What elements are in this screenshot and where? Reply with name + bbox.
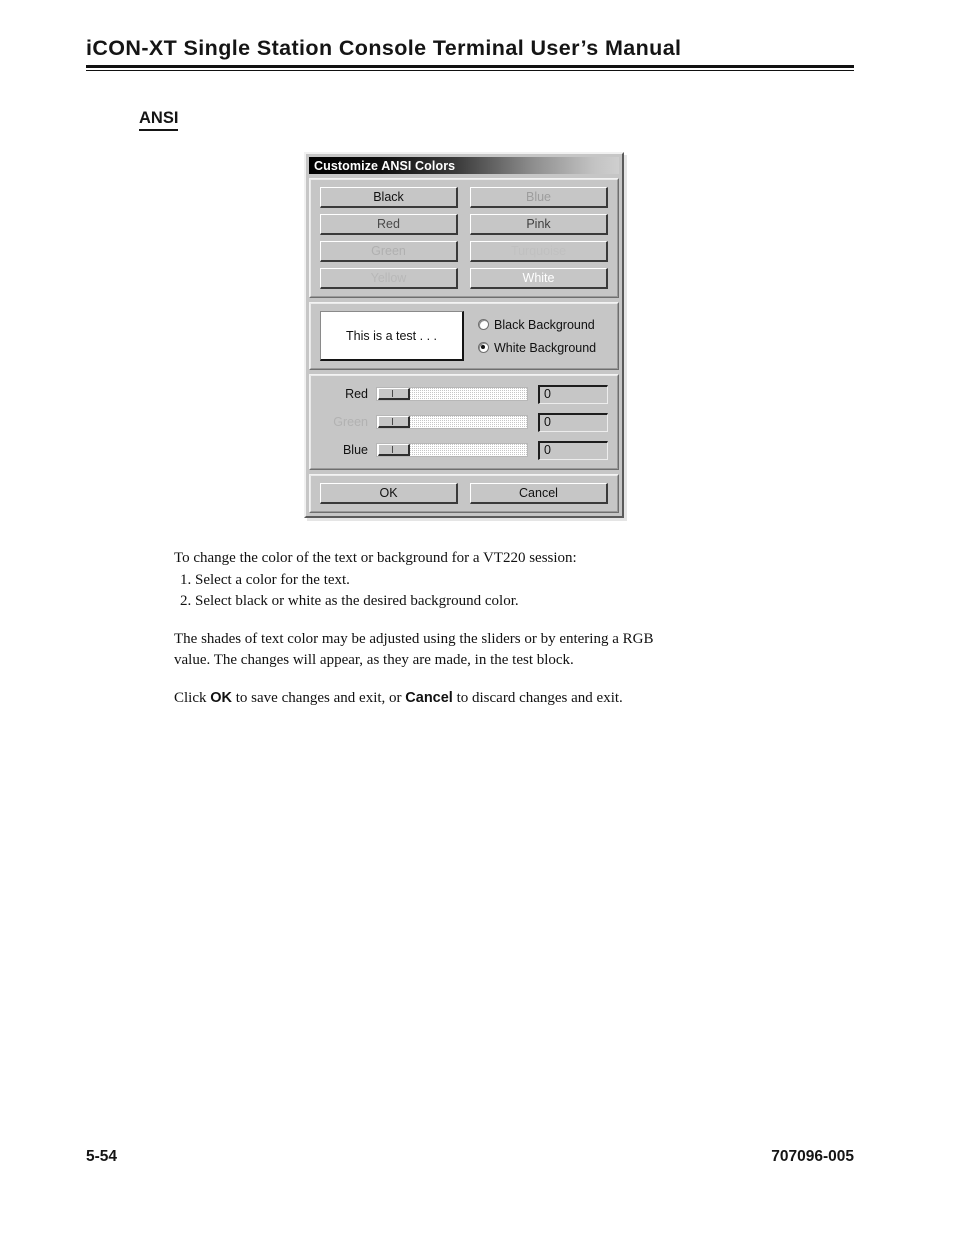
slider-track-red[interactable] (376, 387, 528, 401)
instruction-step-1: 1. Select a color for the text. (180, 571, 350, 588)
ok-button[interactable]: OK (320, 483, 458, 504)
slider-row-green: Green 0 (320, 411, 608, 433)
rgb-value-blue[interactable]: 0 (538, 440, 608, 460)
cancel-button[interactable]: Cancel (470, 483, 608, 504)
color-button-yellow[interactable]: Yellow (320, 268, 458, 289)
paragraph-spacer-2 (174, 672, 768, 688)
radio-button-selected-icon[interactable] (478, 342, 489, 353)
color-button-red[interactable]: Red (320, 214, 458, 235)
slider-row-red: Red 0 (320, 383, 608, 405)
click-paragraph: Click OK to save changes and exit, or Ca… (174, 688, 768, 710)
color-button-white[interactable]: White (470, 268, 608, 289)
slider-thumb-green[interactable] (378, 416, 410, 428)
color-button-black[interactable]: Black (320, 187, 458, 208)
dialog-titlebar[interactable]: Customize ANSI Colors (309, 157, 619, 174)
page-title: ANSI (139, 109, 179, 132)
footer-page-number: 5-54 (86, 1148, 118, 1165)
radio-white-background[interactable]: White Background (478, 341, 596, 355)
color-button-turquoise[interactable]: Turquoise (470, 241, 608, 262)
click-post-text: to discard changes and exit. (452, 689, 623, 706)
test-preview-text: This is a test . . . (346, 328, 437, 343)
manual-title: iCON-XT Single Station Console Terminal … (86, 36, 682, 60)
instructions-intro: To change the color of the text or backg… (174, 550, 577, 566)
slider-track-green[interactable] (376, 415, 528, 429)
click-cancel-emphasis: Cancel (405, 689, 453, 706)
footer-document-number: 707096-005 (771, 1148, 854, 1165)
slider-thumb-red[interactable] (378, 388, 410, 400)
radio-black-background-label: Black Background (494, 317, 595, 332)
page-header: iCON-XT Single Station Console Terminal … (86, 36, 854, 72)
rgb-slider-group-inner: Red 0 Green 0 Blue 0 (310, 375, 618, 469)
radio-button-icon[interactable] (478, 319, 489, 330)
customize-ansi-colors-dialog: Customize ANSI Colors Black Blue Red Pin… (304, 152, 624, 518)
action-group: OK Cancel (309, 474, 619, 513)
click-mid-text: to save changes and exit, or (232, 689, 406, 706)
rgb-value-red[interactable]: 0 (538, 384, 608, 404)
color-selection-group: Black Blue Red Pink Green Turquoise Yell… (309, 178, 619, 298)
preview-row: This is a test . . . Black Background Wh… (320, 311, 608, 361)
slider-thumb-blue[interactable] (378, 444, 410, 456)
color-button-grid: Black Blue Red Pink Green Turquoise Yell… (320, 187, 608, 289)
preview-group: This is a test . . . Black Background Wh… (309, 302, 619, 370)
slider-label-blue: Blue (342, 443, 368, 457)
shades-paragraph-line-2: value. The changes will appear, as they … (174, 652, 574, 669)
slider-track-blue[interactable] (376, 443, 528, 457)
color-button-green[interactable]: Green (320, 241, 458, 262)
header-divider (86, 65, 854, 72)
action-row: OK Cancel (320, 483, 608, 504)
rgb-value-green[interactable]: 0 (538, 412, 608, 432)
test-preview-block: This is a test . . . (320, 311, 464, 361)
click-pre-text: Click (174, 689, 211, 706)
slider-label-red: Red (345, 387, 368, 401)
preview-group-inner: This is a test . . . Black Background Wh… (310, 303, 618, 369)
page-footer: 5-54 707096-005 (86, 1148, 854, 1166)
instruction-step-2: 2. Select black or white as the desired … (180, 593, 519, 610)
dialog-title-text: Customize ANSI Colors (314, 158, 456, 173)
click-ok-emphasis: OK (210, 689, 232, 706)
shades-paragraph-line-1: The shades of text color may be adjusted… (174, 630, 654, 647)
slider-label-green: Green (333, 415, 368, 429)
background-radio-group: Black Background White Background (478, 318, 596, 355)
color-button-blue[interactable]: Blue (470, 187, 608, 208)
color-button-pink[interactable]: Pink (470, 214, 608, 235)
rgb-slider-group: Red 0 Green 0 Blue 0 (309, 374, 619, 470)
body-copy: To change the color of the text or backg… (174, 548, 768, 710)
action-group-inner: OK Cancel (310, 475, 618, 512)
slider-row-blue: Blue 0 (320, 439, 608, 461)
color-selection-group-inner: Black Blue Red Pink Green Turquoise Yell… (310, 179, 618, 297)
radio-black-background[interactable]: Black Background (478, 318, 596, 332)
radio-white-background-label: White Background (494, 340, 597, 355)
